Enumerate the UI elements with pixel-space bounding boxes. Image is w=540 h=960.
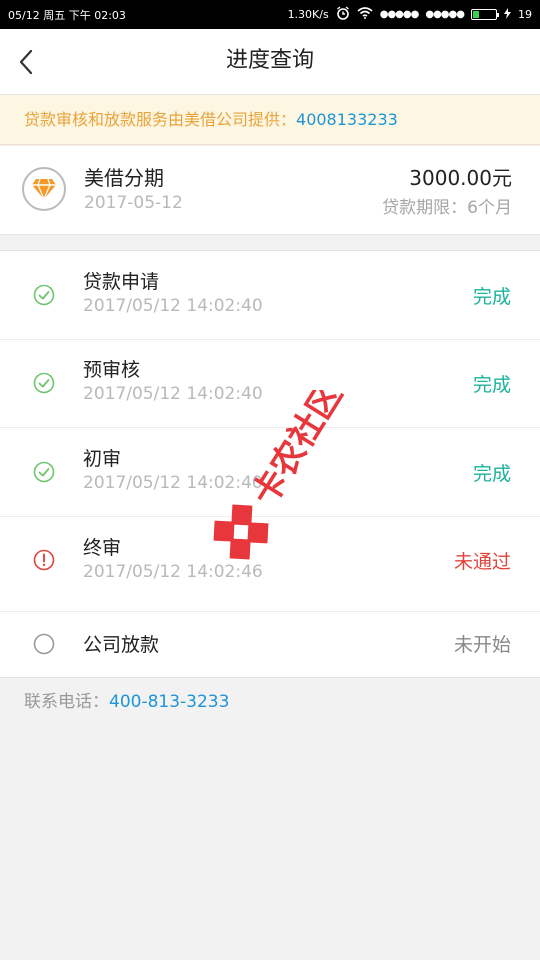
diamond-icon [22,167,66,211]
status-bar: 05/12 周五 下午 02:03 1.30K/s ●●●●● ●●●●● 19 [0,0,540,29]
product-name: 美借分期 [84,166,164,190]
loan-term: 贷款期限：6个月 [382,198,512,218]
progress-steps-list: 贷款申请 2017/05/12 14:02:40 完成 预审核 2017/05/… [0,250,540,678]
step-first-review: 初审 2017/05/12 14:02:40 完成 [0,427,540,517]
step-pre-review: 预审核 2017/05/12 14:02:40 完成 [0,339,540,428]
product-date: 2017-05-12 [84,193,183,213]
status-bar-left: 05/12 周五 下午 02:03 [8,7,288,23]
step-status: 完成 [472,286,511,308]
step-time: 2017/05/12 14:02:46 [83,562,263,582]
step-time: 2017/05/12 14:02:40 [83,384,263,404]
exclamation-circle-icon [33,549,55,571]
contact-line: 联系电话：400-813-3233 [24,687,229,712]
charging-icon [504,7,511,22]
battery-icon [471,9,499,20]
notice-banner: 贷款审核和放款服务由美借公司提供：4008133233 [0,95,540,145]
step-final-review: 终审 2017/05/12 14:02:46 未通过 [0,516,540,612]
step-status: 未开始 [453,634,511,656]
step-name: 贷款申请 [83,271,160,293]
step-name: 预审核 [83,359,141,381]
contact-phone-link[interactable]: 400-813-3233 [109,692,229,712]
step-time: 2017/05/12 14:02:40 [83,296,263,316]
signal-indicator-a: ●●●●● [379,9,420,20]
step-status: 完成 [472,463,511,485]
step-name: 初审 [83,448,122,470]
loan-amount: 3000.00元 [409,166,512,190]
empty-circle-icon [33,633,55,655]
wifi-icon [357,7,373,22]
signal-indicator-b: ●●●●● [425,9,465,20]
page-title: 进度查询 [225,48,314,73]
notice-phone-link[interactable]: 4008133233 [296,110,398,129]
status-time: 下午 02:03 [68,8,126,22]
step-time: 2017/05/12 14:02:40 [83,473,263,493]
network-speed: 1.30K/s [287,8,329,21]
step-status: 完成 [472,374,511,396]
step-status: 未通过 [453,551,511,573]
status-bar-right: 1.30K/s ●●●●● ●●●●● 19 [288,6,532,23]
step-name: 公司放款 [83,634,160,656]
check-circle-icon [33,372,55,394]
contact-label: 联系电话： [24,692,109,712]
step-name: 终审 [83,537,122,559]
status-weekday: 周五 [43,8,66,22]
header-bar: 进度查询 [0,29,540,95]
check-circle-icon [33,461,55,483]
step-company-disbursement: 公司放款 未开始 [0,611,540,677]
check-circle-icon [33,284,55,306]
status-date: 05/12 [8,8,40,22]
loan-summary-card: 美借分期 2017-05-12 3000.00元 贷款期限：6个月 [0,146,540,235]
alarm-icon [336,6,350,23]
notice-text: 贷款审核和放款服务由美借公司提供： [24,110,297,129]
step-loan-application: 贷款申请 2017/05/12 14:02:40 完成 [0,251,540,340]
battery-level: 19 [518,8,532,21]
